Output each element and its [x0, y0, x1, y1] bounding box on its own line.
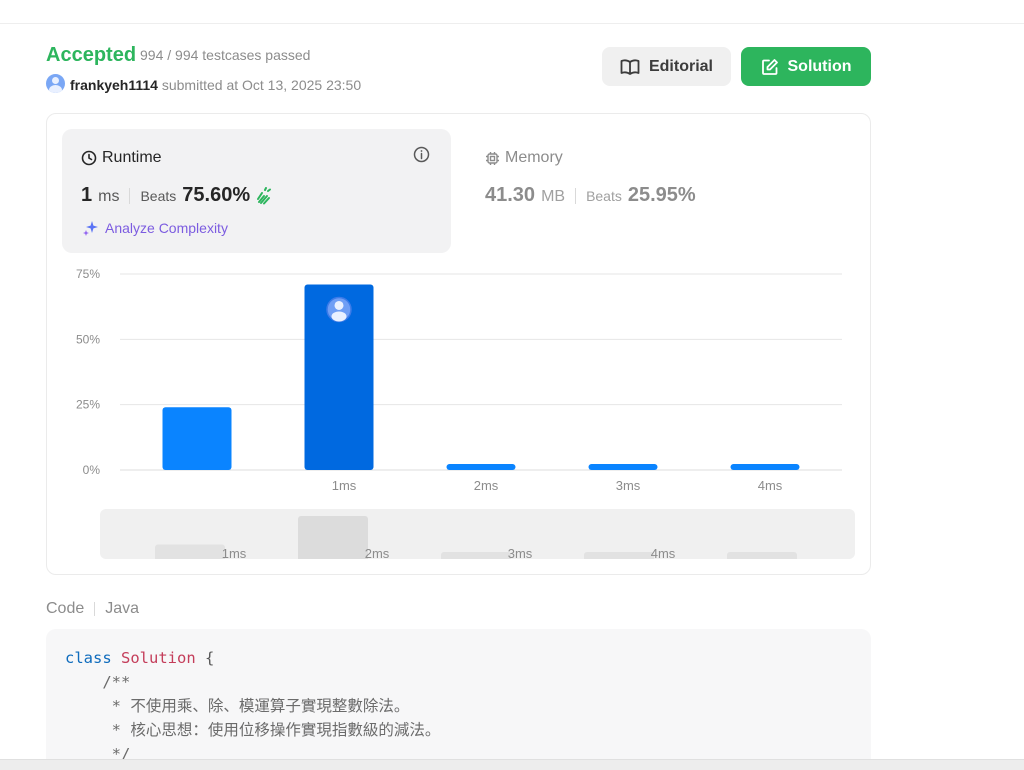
edit-icon [761, 58, 778, 75]
username-link[interactable]: frankyeh1114 [70, 77, 158, 93]
analyze-label: Analyze Complexity [105, 220, 228, 236]
runtime-beats-label: Beats [140, 188, 177, 204]
solution-button[interactable]: Solution [741, 47, 871, 86]
chart-bar[interactable] [446, 464, 516, 470]
range-label: 4ms [651, 546, 676, 559]
range-bar [584, 552, 654, 559]
range-label: 3ms [508, 546, 533, 559]
divider [129, 187, 131, 204]
runtime-distribution-chart[interactable]: 0% 25% 50% 75% 1ms 2ms 3ms 4ms [60, 262, 860, 502]
info-icon[interactable] [413, 146, 430, 163]
runtime-beats-value: 75.60% [182, 184, 251, 206]
memory-beats-value: 25.95% [627, 184, 696, 206]
top-bar [0, 0, 1024, 24]
chart-bar[interactable] [588, 464, 658, 470]
code-line: * 不使用乘、除、模運算子實現整數除法。 [65, 697, 410, 715]
code-content: class Solution { /** * 不使用乘、除、模運算子實現整數除法… [65, 646, 440, 766]
clap-icon [257, 186, 272, 204]
editorial-label: Editorial [648, 57, 713, 75]
code-language: Java [105, 600, 140, 617]
user-avatar-marker [326, 296, 352, 323]
memory-unit: MB [541, 188, 566, 205]
submission-info: frankyeh1114 submitted at Oct 13, 2025 2… [70, 77, 361, 93]
submitted-at: submitted at Oct 13, 2025 23:50 [161, 77, 362, 93]
book-icon [620, 58, 640, 75]
runtime-value: 1 ms Beats 75.60% [81, 184, 273, 207]
sparkle-icon [83, 221, 98, 236]
code-line: class Solution { [65, 649, 215, 667]
code-block[interactable]: class Solution { /** * 不使用乘、除、模運算子實現整數除法… [46, 629, 871, 770]
x-tick-label: 3ms [616, 478, 641, 493]
x-tick-label: 2ms [474, 478, 499, 493]
range-bar [441, 552, 511, 559]
x-tick-label: 4ms [758, 478, 783, 493]
code-label: Code [46, 600, 85, 617]
memory-beats-label: Beats [586, 188, 622, 204]
range-bar [727, 552, 797, 559]
analyze-complexity-link[interactable]: Analyze Complexity [82, 219, 228, 237]
range-label: 1ms [222, 546, 247, 559]
range-label: 2ms [365, 546, 390, 559]
editorial-button[interactable]: Editorial [602, 47, 731, 86]
chip-icon [486, 151, 499, 165]
chart-bar[interactable] [162, 407, 232, 470]
horizontal-scrollbar[interactable] [0, 759, 1024, 770]
y-tick-label: 75% [76, 267, 100, 281]
memory-mb: 41.30 [485, 184, 536, 206]
chart-bar[interactable] [730, 464, 800, 470]
code-line: /** [65, 673, 131, 691]
avatar[interactable] [46, 74, 65, 93]
divider [94, 602, 96, 616]
memory-value: 41.30 MB Beats 25.95% [485, 184, 696, 207]
y-tick-label: 25% [76, 398, 100, 412]
y-tick-label: 0% [83, 463, 101, 477]
code-line: * 核心思想：使用位移操作實現指數級的減法。 [65, 721, 441, 739]
result-status: Accepted [46, 44, 137, 66]
range-selector-bars: 1ms 2ms 3ms 4ms [155, 516, 797, 559]
range-selector[interactable]: 1ms 2ms 3ms 4ms [100, 509, 855, 559]
runtime-ms: 1 [81, 184, 93, 206]
runtime-unit: ms [98, 188, 120, 205]
range-bar [298, 516, 368, 559]
testcases-passed: 994 / 994 testcases passed [140, 47, 311, 63]
solution-label: Solution [787, 57, 852, 75]
range-bar [155, 544, 225, 559]
x-tick-label: 1ms [332, 478, 357, 493]
clock-icon [81, 150, 97, 166]
divider [575, 187, 577, 204]
y-tick-label: 50% [76, 332, 100, 346]
code-header: Code Java [46, 600, 139, 618]
memory-title[interactable]: Memory [485, 149, 563, 167]
runtime-title: Runtime [81, 149, 162, 167]
